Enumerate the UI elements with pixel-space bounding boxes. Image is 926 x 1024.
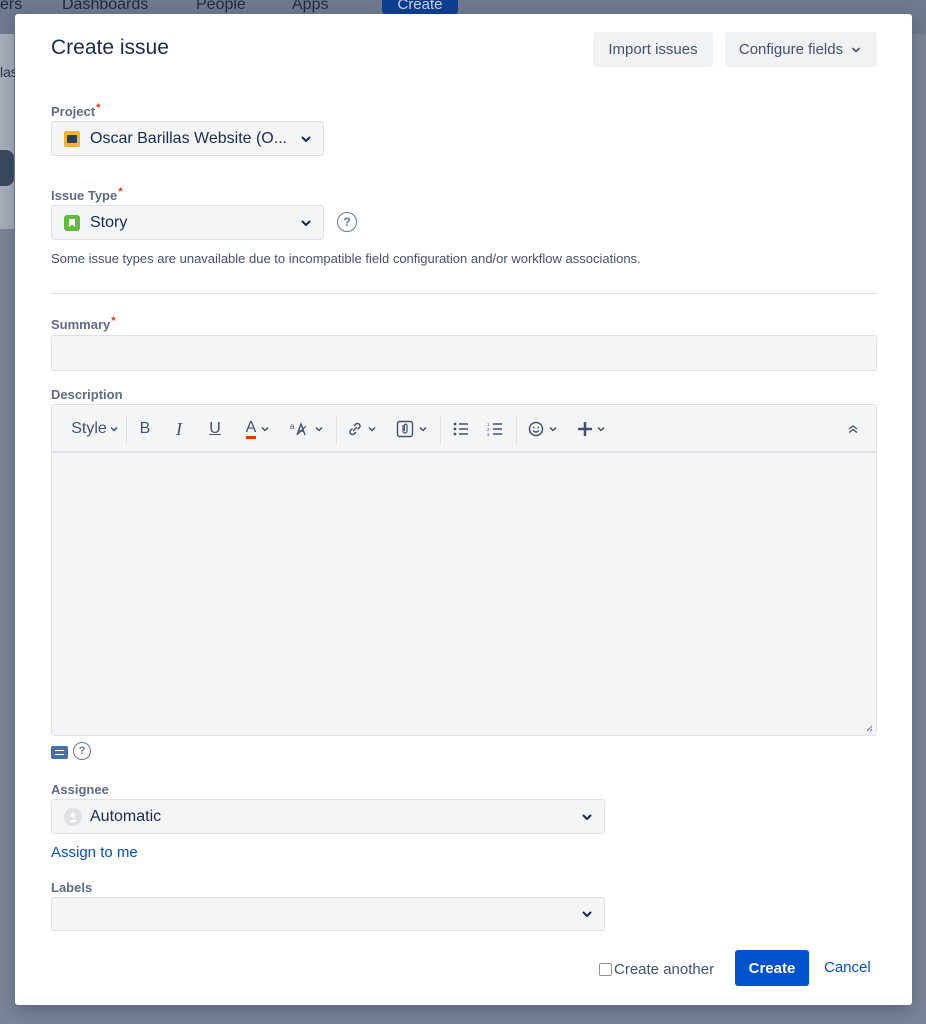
numbered-list-icon: 123 <box>487 422 502 436</box>
more-formatting-icon: a <box>290 421 307 436</box>
summary-label-text: Summary <box>51 317 111 332</box>
svg-text:a: a <box>290 422 295 431</box>
bullet-list-icon <box>453 422 468 436</box>
bg-nav-item: Apps <box>292 0 329 13</box>
project-select-value: Oscar Barillas Website (O... <box>90 129 288 147</box>
chevron-down-icon <box>110 426 118 432</box>
project-avatar-icon <box>64 130 80 147</box>
text-color-dropdown[interactable]: A <box>238 405 278 453</box>
help-icon[interactable]: ? <box>337 212 357 232</box>
create-issue-dialog: Create issue Import issues Configure fie… <box>15 14 912 1005</box>
chevron-down-icon <box>580 810 594 824</box>
labels-label: Labels <box>51 880 93 895</box>
assignee-label: Assignee <box>51 782 109 797</box>
italic-icon: I <box>176 418 182 439</box>
project-label-text: Project <box>51 104 96 119</box>
chevron-down-icon <box>261 426 269 432</box>
bold-icon: B <box>139 420 151 437</box>
cancel-button[interactable]: Cancel <box>824 959 871 976</box>
chevron-down-icon <box>580 907 594 921</box>
collapse-toolbar-button[interactable] <box>842 405 864 453</box>
underline-button[interactable]: U <box>204 405 226 453</box>
create-another-option[interactable]: Create another <box>599 961 714 978</box>
editor-toolbar: Style B I U A a 1 2 3 <box>52 405 876 453</box>
description-text-area[interactable] <box>52 455 876 735</box>
create-another-label: Create another <box>614 961 715 978</box>
chevron-down-icon <box>315 426 323 432</box>
text-mode-icon[interactable] <box>51 746 68 759</box>
chevron-down-icon <box>368 426 376 432</box>
story-icon <box>64 214 80 231</box>
import-issues-button[interactable]: Import issues <box>593 32 713 67</box>
emoji-dropdown[interactable] <box>526 405 560 453</box>
bg-nav-item: Dashboards <box>62 0 149 13</box>
user-avatar-icon <box>64 807 82 826</box>
italic-button[interactable]: I <box>168 405 190 453</box>
bg-nav-item: People <box>196 0 246 13</box>
issue-type-select-value: Story <box>90 213 128 231</box>
chevron-down-icon <box>299 216 313 230</box>
configure-fields-button[interactable]: Configure fields <box>725 32 877 67</box>
attachment-dropdown[interactable] <box>394 405 430 453</box>
toolbar-separator <box>440 415 441 445</box>
numbered-list-button[interactable]: 123 <box>484 405 506 453</box>
underline-icon: U <box>209 420 221 437</box>
configure-fields-label: Configure fields <box>738 41 844 58</box>
plus-icon <box>578 422 592 436</box>
description-label: Description <box>51 387 123 402</box>
chevron-down-icon <box>849 43 863 57</box>
chevron-double-up-icon <box>848 425 858 434</box>
bold-button[interactable]: B <box>134 405 156 453</box>
resize-handle-icon[interactable] <box>865 724 873 732</box>
background-avatar <box>0 150 14 186</box>
create-button[interactable]: Create <box>735 950 809 986</box>
attachment-icon <box>396 420 414 438</box>
import-issues-label: Import issues <box>608 41 698 58</box>
dialog-title: Create issue <box>51 36 169 59</box>
issue-type-select[interactable]: Story <box>51 205 324 240</box>
text-style-label: Style <box>71 420 107 437</box>
labels-select[interactable] <box>51 897 605 931</box>
assignee-select[interactable]: Automatic <box>51 799 605 834</box>
project-label: Project* <box>51 102 101 119</box>
create-another-checkbox[interactable] <box>599 963 612 976</box>
summary-label: Summary* <box>51 315 116 332</box>
description-editor: Style B I U A a 1 2 3 <box>51 404 877 736</box>
bg-nav-create-button: Create <box>382 0 458 14</box>
section-divider <box>51 293 877 294</box>
chevron-down-icon <box>549 426 557 432</box>
insert-more-dropdown[interactable] <box>576 405 608 453</box>
issue-type-note: Some issue types are unavailable due to … <box>51 251 641 266</box>
help-icon[interactable]: ? <box>73 742 91 760</box>
assign-to-me-link[interactable]: Assign to me <box>51 844 138 861</box>
project-select[interactable]: Oscar Barillas Website (O... <box>51 121 324 156</box>
required-marker: * <box>96 102 101 114</box>
bullet-list-button[interactable] <box>450 405 472 453</box>
issue-type-label-text: Issue Type <box>51 188 118 203</box>
create-button-label: Create <box>748 959 796 977</box>
chevron-down-icon <box>299 132 313 146</box>
link-icon <box>349 422 361 436</box>
chevron-down-icon <box>597 426 605 432</box>
link-dropdown[interactable] <box>344 405 380 453</box>
toolbar-separator <box>516 415 517 445</box>
text-style-dropdown[interactable]: Style <box>64 405 126 453</box>
issue-type-label: Issue Type* <box>51 186 123 203</box>
summary-input[interactable] <box>51 335 877 371</box>
assignee-select-value: Automatic <box>90 807 162 825</box>
emoji-icon <box>528 421 544 437</box>
toolbar-separator <box>126 415 127 445</box>
chevron-down-icon <box>419 426 427 432</box>
bg-nav-item: ers <box>0 0 23 13</box>
svg-text:3: 3 <box>487 432 490 436</box>
required-marker: * <box>118 186 123 198</box>
text-color-icon: A <box>245 419 257 439</box>
required-marker: * <box>111 315 116 327</box>
more-formatting-dropdown[interactable]: a <box>286 405 328 453</box>
toolbar-separator <box>336 415 337 445</box>
